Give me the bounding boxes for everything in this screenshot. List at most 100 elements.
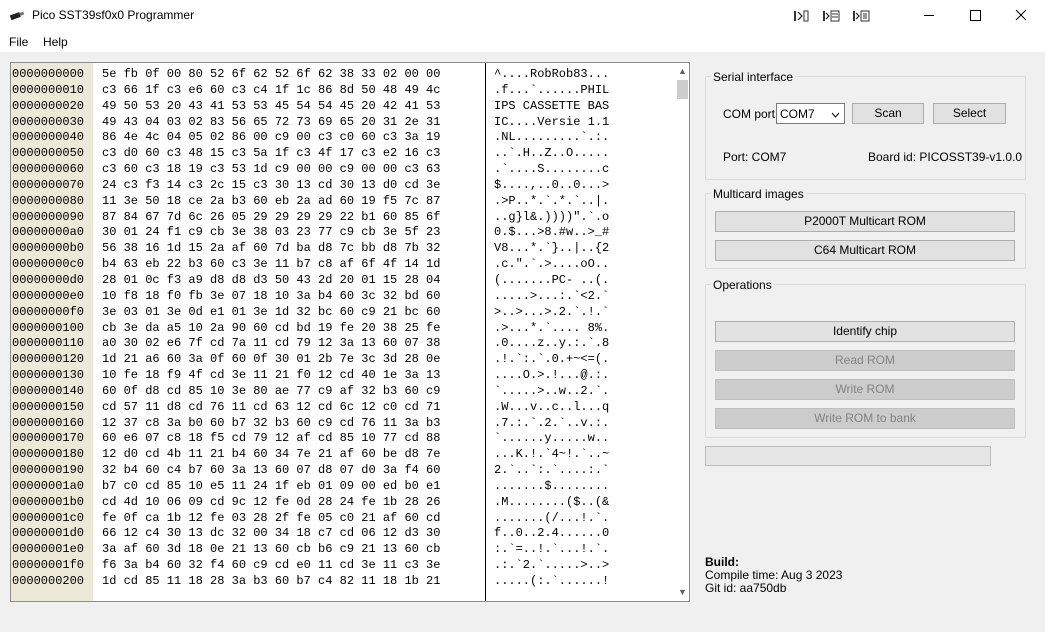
scroll-up-icon[interactable]: ▲	[675, 63, 689, 80]
hex-row: 00000001d0 66 12 c4 30 13 dc 32 00 34 18 …	[11, 526, 681, 542]
hex-ascii: 2.`..`:.`....:.`	[494, 463, 610, 478]
hex-bytes: c3 66 1f c3 e6 60 c3 c4 1f 1c 86 8d 50 4…	[102, 82, 441, 97]
hex-ascii: 0.$...>8.#w..>_#	[494, 225, 610, 240]
multicard-images-title: Multicard images	[711, 187, 806, 201]
dock-list-icon[interactable]	[851, 6, 871, 26]
hex-address: 00000000c0	[12, 257, 85, 272]
hex-bytes: 30 01 24 f1 c9 cb 3e 38 03 23 77 c9 cb 3…	[102, 225, 441, 240]
hex-row: 00000000d0 28 01 0c f3 a9 d8 d8 d3 50 43 …	[11, 273, 681, 289]
close-icon[interactable]	[998, 0, 1044, 31]
hex-bytes: 66 12 c4 30 13 dc 32 00 34 18 c7 cd 06 1…	[102, 526, 441, 541]
com-port-value: COM7	[780, 107, 815, 121]
hex-row: 0000000050 c3 d0 60 c3 48 15 c3 5a 1f c3 …	[11, 146, 681, 162]
hex-ascii: .....(:.`......!	[494, 574, 610, 588]
hex-scrollbar[interactable]: ▲ ▼	[675, 63, 689, 601]
hex-ascii: .......$........	[494, 478, 610, 493]
hex-address: 00000000b0	[12, 241, 85, 256]
hex-row: 00000001e0 3a af 60 3d 18 0e 21 13 60 cb …	[11, 542, 681, 558]
hex-ascii: .NL.........`.:.	[494, 130, 610, 145]
scroll-down-icon[interactable]: ▼	[675, 584, 689, 601]
hex-ascii: $....,..0..0...>	[494, 177, 610, 192]
hex-bytes: 32 b4 60 c4 b7 60 3a 13 60 07 d8 07 d0 3…	[102, 463, 441, 478]
hex-ascii: ...K.!.`4~!.`..~	[494, 447, 610, 462]
hex-row: 00000000c0 b4 63 eb 22 b3 60 c3 3e 11 b7 …	[11, 257, 681, 273]
hex-ascii: ..`.H..Z..O.....	[494, 146, 610, 161]
hex-bytes: 60 0f d8 cd 85 10 3e 80 ae 77 c9 af 32 b…	[102, 383, 441, 398]
hex-row: 00000001f0 f6 3a b4 60 32 f4 60 c9 cd e0 …	[11, 558, 681, 574]
hex-address: 0000000100	[12, 320, 85, 335]
hex-row: 00000001c0 fe 0f ca 1b 12 fe 03 28 2f fe …	[11, 511, 681, 527]
operations-title: Operations	[711, 278, 774, 292]
hex-bytes: a0 30 02 e6 7f cd 7a 11 cd 79 12 3a 13 6…	[102, 336, 441, 351]
chevron-down-icon	[831, 109, 840, 123]
read-rom-button[interactable]: Read ROM	[715, 350, 1015, 371]
menu-bar: File Help	[0, 31, 1045, 52]
hex-ascii: (.......PC- ..(.	[494, 272, 610, 287]
hex-ascii: ....O.>.!...@.:.	[494, 368, 610, 383]
minimize-icon[interactable]	[906, 0, 952, 31]
hex-row: 00000000b0 56 38 16 1d 15 2a af 60 7d ba …	[11, 241, 681, 257]
scan-button[interactable]: Scan	[852, 103, 924, 124]
hex-ascii: .c.".`.>....oO..	[494, 257, 610, 272]
com-port-select[interactable]: COM7	[776, 103, 845, 124]
hex-address: 0000000140	[12, 383, 85, 398]
usb-stick-icon	[9, 9, 25, 24]
hex-bytes: 5e fb 0f 00 80 52 6f 62 52 6f 62 38 33 0…	[102, 67, 441, 81]
hex-ascii: .:.`2.`.....>..>	[494, 558, 610, 573]
hex-bytes: c3 d0 60 c3 48 15 c3 5a 1f c3 4f 17 c3 e…	[102, 146, 441, 161]
hex-row: 0000000150 cd 57 11 d8 cd 76 11 cd 63 12 …	[11, 400, 681, 416]
hex-address: 0000000070	[12, 177, 85, 192]
hex-address: 0000000030	[12, 114, 85, 129]
dock-left-icon[interactable]	[791, 6, 811, 26]
hex-address: 00000001e0	[12, 542, 85, 557]
hex-ascii: ^....RobRob83...	[494, 67, 610, 81]
hex-address: 00000000a0	[12, 225, 85, 240]
scroll-thumb[interactable]	[677, 80, 688, 99]
hex-row: 0000000190 32 b4 60 c4 b7 60 3a 13 60 07 …	[11, 463, 681, 479]
hex-ascii: .......(/...!.`.	[494, 510, 610, 525]
hex-address: 0000000090	[12, 209, 85, 224]
hex-bytes: cb 3e da a5 10 2a 90 60 cd bd 19 fe 20 3…	[102, 320, 441, 335]
hex-bytes: f6 3a b4 60 32 f4 60 c9 cd e0 11 cd 3e 1…	[102, 558, 441, 573]
hex-bytes: 28 01 0c f3 a9 d8 d8 d3 50 43 2d 20 01 1…	[102, 272, 441, 287]
hex-address: 0000000050	[12, 146, 85, 161]
hex-ascii: .7.:.`.2.`..v.:.	[494, 415, 610, 430]
hex-row: 0000000180 12 d0 cd 4b 11 21 b4 60 34 7e …	[11, 447, 681, 463]
menu-help[interactable]: Help	[43, 35, 68, 49]
maximize-icon[interactable]	[952, 0, 998, 31]
serial-interface-group	[705, 76, 1026, 180]
hex-bytes: c3 60 c3 18 19 c3 53 1d c9 00 00 c9 00 0…	[102, 162, 441, 177]
hex-address: 00000000d0	[12, 272, 85, 287]
com-port-label: COM port	[723, 107, 776, 121]
hex-bytes: 24 c3 f3 14 c3 2c 15 c3 30 13 cd 30 13 d…	[102, 177, 441, 192]
hex-bytes: 49 50 53 20 43 41 53 53 45 54 54 45 20 4…	[102, 98, 441, 113]
hex-bytes: 1d cd 85 11 18 28 3a b3 60 b7 c4 82 11 1…	[102, 574, 441, 588]
dock-image-icon[interactable]	[821, 6, 841, 26]
hex-bytes: b4 63 eb 22 b3 60 c3 3e 11 b7 c8 af 6f 4…	[102, 257, 441, 272]
identify-chip-button[interactable]: Identify chip	[715, 321, 1015, 342]
hex-address: 0000000080	[12, 193, 85, 208]
hex-viewer[interactable]: 0000000000 5e fb 0f 00 80 52 6f 62 52 6f …	[10, 62, 690, 602]
hex-address: 0000000150	[12, 399, 85, 414]
hex-bytes: 11 3e 50 18 ce 2a b3 60 eb 2a ad 60 19 f…	[102, 193, 441, 208]
c64-multicart-button[interactable]: C64 Multicart ROM	[715, 240, 1015, 261]
hex-ascii: `......y.....w..	[494, 431, 610, 446]
hex-ascii: IPS CASSETTE BAS	[494, 98, 610, 113]
hex-address: 0000000010	[12, 82, 85, 97]
hex-row: 00000000e0 10 f8 18 f0 fb 3e 07 18 10 3a …	[11, 289, 681, 305]
write-rom-to-bank-button[interactable]: Write ROM to bank	[715, 408, 1015, 429]
menu-file[interactable]: File	[9, 35, 28, 49]
hex-row: 0000000060 c3 60 c3 18 19 c3 53 1d c9 00 …	[11, 162, 681, 178]
compile-time: Compile time: Aug 3 2023	[705, 568, 843, 582]
p2000t-multicart-button[interactable]: P2000T Multicart ROM	[715, 211, 1015, 232]
hex-address: 0000000020	[12, 98, 85, 113]
select-button[interactable]: Select	[933, 103, 1006, 124]
hex-row: 0000000170 60 e6 07 c8 18 f5 cd 79 12 af …	[11, 431, 681, 447]
hex-ascii: .`....S........c	[494, 162, 610, 177]
write-rom-button[interactable]: Write ROM	[715, 379, 1015, 400]
hex-ascii: :.`=..!.`...!.`.	[494, 542, 610, 557]
hex-address: 0000000160	[12, 415, 85, 430]
hex-bytes: 10 f8 18 f0 fb 3e 07 18 10 3a b4 60 3c 3…	[102, 288, 441, 303]
hex-row: 0000000130 10 fe 18 f9 4f cd 3e 11 21 f0 …	[11, 368, 681, 384]
hex-address: 0000000170	[12, 431, 85, 446]
